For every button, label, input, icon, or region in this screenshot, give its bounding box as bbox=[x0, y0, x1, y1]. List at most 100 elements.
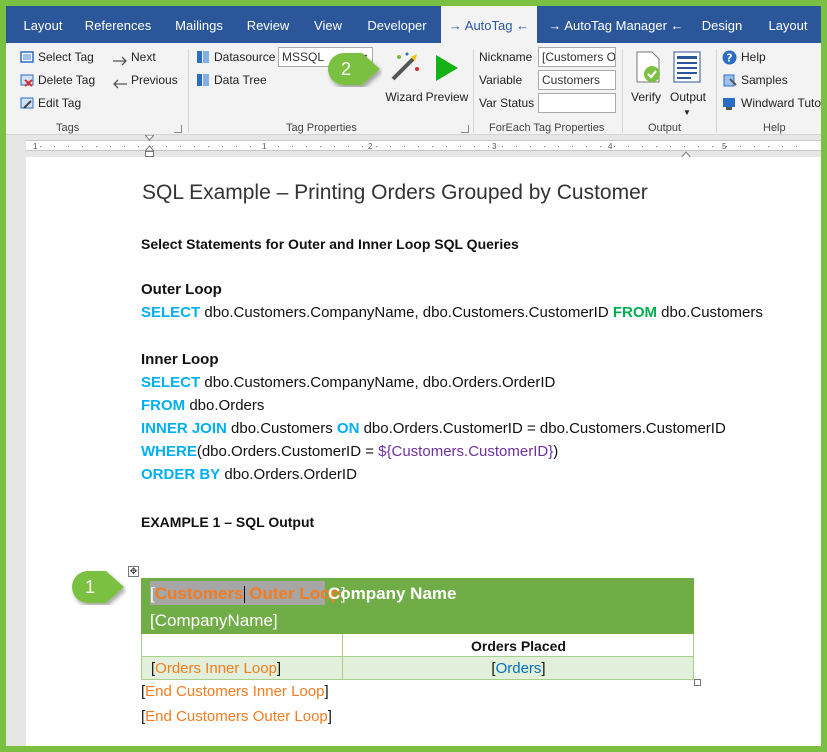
ruler-tick bbox=[110, 146, 111, 147]
variable-field[interactable]: Customers bbox=[538, 70, 616, 90]
preview-button[interactable]: Preview bbox=[425, 90, 469, 104]
sql-text: dbo.Customers.CompanyName, dbo.Customers… bbox=[200, 304, 613, 321]
wizard-button[interactable]: Wizard bbox=[384, 90, 424, 104]
ruler-tick bbox=[306, 146, 307, 147]
ruler-tick bbox=[530, 146, 531, 147]
help-button[interactable]: Help bbox=[741, 49, 766, 65]
ruler-tick bbox=[40, 146, 41, 147]
document-page[interactable]: SQL Example – Printing Orders Grouped by… bbox=[26, 157, 821, 746]
edit-tag-button[interactable]: Edit Tag bbox=[38, 95, 81, 111]
ribbon-tab-bar: Layout References Mailings Review View D… bbox=[6, 6, 821, 43]
table-move-handle-icon[interactable]: ✥ bbox=[128, 566, 139, 577]
ruler-tick bbox=[348, 146, 349, 147]
tab-references[interactable]: References bbox=[78, 6, 158, 43]
ruler-tick bbox=[222, 146, 223, 147]
tutorial-icon bbox=[722, 96, 737, 116]
outer-loop-tag[interactable]: [Customers Outer Loop] bbox=[150, 583, 346, 605]
table-resize-handle-icon[interactable] bbox=[694, 679, 701, 686]
right-indent-marker-icon[interactable] bbox=[679, 145, 693, 159]
ruler-number: 1 bbox=[33, 142, 38, 151]
help-icon: ? bbox=[722, 50, 737, 70]
sql-keyword: ORDER BY bbox=[141, 466, 221, 483]
tab-design[interactable]: Design bbox=[696, 6, 748, 43]
sql-text: dbo.Orders.CustomerID = dbo.Customers.Cu… bbox=[359, 420, 726, 437]
data-tree-button[interactable]: Data Tree bbox=[214, 72, 267, 88]
tab-autotag[interactable]: → AutoTag ← bbox=[441, 6, 537, 43]
select-tag-button[interactable]: Select Tag bbox=[38, 49, 94, 65]
outer-loop-select-line: SELECT dbo.Customers.CompanyName, dbo.Cu… bbox=[141, 303, 763, 323]
ruler-tick bbox=[82, 146, 83, 147]
datasource-value: MSSQL bbox=[282, 50, 325, 64]
ruler-tick bbox=[754, 146, 755, 147]
sql-text: ) bbox=[553, 443, 559, 460]
nickname-field[interactable]: [Customers O bbox=[538, 47, 616, 67]
ruler-tick bbox=[488, 146, 489, 147]
horizontal-ruler[interactable]: 1 1 2 3 4 5 bbox=[6, 134, 821, 159]
next-button[interactable]: Next bbox=[131, 49, 156, 65]
inner-loop-tag[interactable]: [Orders Inner Loop] bbox=[151, 659, 281, 679]
ruler-tick bbox=[418, 146, 419, 147]
ruler-tick bbox=[68, 146, 69, 147]
group-divider bbox=[622, 49, 623, 133]
ruler-tick bbox=[404, 146, 405, 147]
end-outer-loop-tag[interactable]: [End Customers Outer Loop] bbox=[141, 707, 332, 727]
tab-developer[interactable]: Developer bbox=[362, 6, 432, 43]
tag-bracket: ] bbox=[541, 660, 546, 677]
section-heading: Select Statements for Outer and Inner Lo… bbox=[141, 236, 519, 252]
datasource-label: Datasource bbox=[214, 50, 276, 64]
inner-select-line: SELECT dbo.Customers.CompanyName, dbo.Or… bbox=[141, 373, 555, 393]
datasource-icon bbox=[196, 50, 210, 69]
output-document-icon bbox=[673, 51, 701, 88]
ribbon-panel: Select Tag Delete Tag Edit Tag Next Prev… bbox=[6, 43, 821, 135]
tab-mailings[interactable]: Mailings bbox=[166, 6, 232, 43]
table-header-row: [Customers Outer Loop] Company Name [Com… bbox=[141, 578, 694, 634]
ruler-tick bbox=[628, 146, 629, 147]
ruler-tick bbox=[180, 146, 181, 147]
tab-autotag-manager[interactable]: → AutoTag Manager ← bbox=[546, 6, 686, 43]
output-group-label: Output bbox=[648, 122, 682, 134]
company-name-field[interactable]: [CompanyName] bbox=[150, 610, 278, 632]
ruler-tick bbox=[502, 146, 503, 147]
ruler-tick bbox=[264, 146, 265, 147]
ruler-tick bbox=[278, 146, 279, 147]
tags-launcher-icon[interactable] bbox=[174, 125, 182, 133]
verify-button[interactable]: Verify bbox=[626, 90, 666, 104]
tag-properties-launcher-icon[interactable] bbox=[461, 125, 469, 133]
company-name-header: Company Name bbox=[328, 584, 457, 603]
sql-text: dbo.Customers bbox=[657, 304, 763, 321]
tab-review[interactable]: Review bbox=[242, 6, 294, 43]
callout-number: 2 bbox=[340, 59, 351, 79]
output-chevron-down-icon[interactable]: ▼ bbox=[683, 105, 691, 121]
ruler-tick bbox=[558, 146, 559, 147]
ruler-tick bbox=[768, 146, 769, 147]
variable-label: Variable bbox=[479, 73, 523, 87]
indent-marker-icon[interactable] bbox=[143, 134, 156, 157]
ruler-tick bbox=[320, 146, 321, 147]
order-by-line: ORDER BY dbo.Orders.OrderID bbox=[141, 465, 357, 485]
windward-tutorial-button[interactable]: Windward Tuto bbox=[741, 95, 821, 111]
ruler-tick bbox=[642, 146, 643, 147]
tab-view[interactable]: View bbox=[306, 6, 350, 43]
samples-button[interactable]: Samples bbox=[741, 72, 788, 88]
orders-placed-header: Orders Placed bbox=[471, 638, 566, 654]
end-inner-loop-tag[interactable]: [End Customers Inner Loop] bbox=[141, 682, 329, 702]
sql-text: dbo.Customers.CompanyName, dbo.Orders.Or… bbox=[200, 374, 556, 391]
ruler-tick bbox=[390, 146, 391, 147]
sql-text: (dbo.Orders.CustomerID = bbox=[196, 443, 379, 460]
ruler-tick bbox=[614, 146, 615, 147]
data-tree-icon bbox=[196, 73, 210, 92]
output-button[interactable]: Output bbox=[666, 90, 710, 104]
sql-keyword: SELECT bbox=[141, 374, 201, 391]
tag-text: End Customers Inner Loop bbox=[145, 683, 325, 700]
ruler-tick bbox=[600, 146, 601, 147]
verify-check-icon bbox=[634, 51, 662, 88]
orders-tag[interactable]: [Orders] bbox=[342, 659, 695, 679]
sql-keyword: FROM bbox=[612, 304, 658, 321]
tab-table-layout[interactable]: Layout bbox=[760, 6, 816, 43]
var-status-field[interactable] bbox=[538, 93, 616, 113]
tab-layout[interactable]: Layout bbox=[12, 6, 74, 43]
tags-group-label: Tags bbox=[56, 122, 80, 134]
delete-tag-button[interactable]: Delete Tag bbox=[38, 72, 95, 88]
previous-button[interactable]: Previous bbox=[131, 72, 178, 88]
ruler-tick bbox=[376, 146, 377, 147]
